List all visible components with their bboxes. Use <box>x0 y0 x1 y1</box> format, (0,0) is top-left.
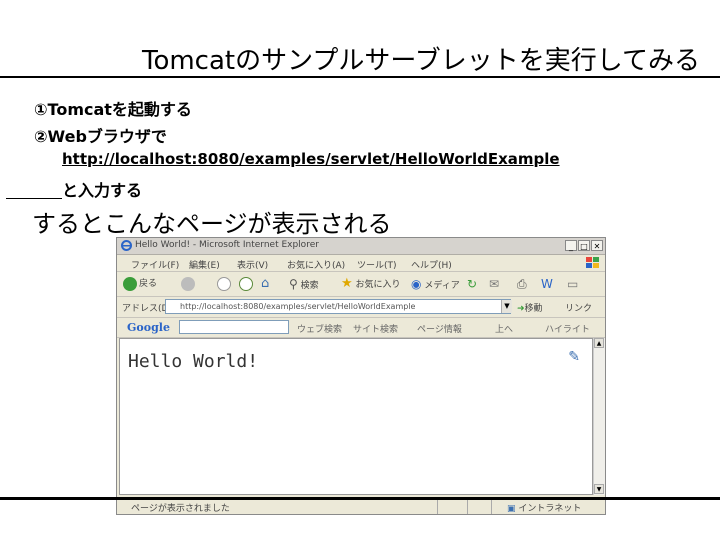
menu-edit[interactable]: 編集(E) <box>189 258 220 271</box>
slide-title: Tomcatのサンプルサーブレットを実行してみる <box>141 46 700 76</box>
back-label: 戻る <box>139 279 158 289</box>
page-button[interactable]: ▭ <box>567 276 578 292</box>
edit-icon: W <box>541 277 553 291</box>
step-enter: と入力する <box>62 181 143 200</box>
forward-icon <box>181 276 195 291</box>
page-content: Hello World! ✎ <box>119 338 593 495</box>
go-button[interactable]: ➜移動 <box>517 301 543 314</box>
minimize-button[interactable]: _ <box>565 240 577 251</box>
status-zone-label: イントラネット <box>518 504 582 514</box>
standard-toolbar: 戻る ⌂ ⚲ 検索 ★ お気に入り ◉ メディア ↻ ✉ ⎙ W ▭ <box>117 272 605 297</box>
back-icon <box>123 276 137 291</box>
refresh-icon <box>239 276 253 291</box>
title-rule <box>0 76 720 78</box>
menu-bar: ファイル(F) 編集(E) 表示(V) お気に入り(A) ツール(T) ヘルプ(… <box>117 255 605 272</box>
indent-underline <box>6 198 62 199</box>
search-label: 検索 <box>300 281 319 291</box>
favorites-label: お気に入り <box>355 280 401 290</box>
history-icon: ↻ <box>467 277 478 291</box>
print-icon: ⎙ <box>517 277 527 291</box>
result-caption: するとこんなページが表示される <box>32 210 392 238</box>
scroll-up-button[interactable]: ▲ <box>594 338 604 348</box>
step-open-browser: ②Webブラウザで <box>34 127 167 146</box>
stop-button[interactable] <box>217 276 233 292</box>
google-up[interactable]: 上へ <box>495 322 513 335</box>
google-search-input[interactable] <box>179 320 289 334</box>
print-button[interactable]: ⎙ <box>517 276 527 292</box>
google-site-search[interactable]: サイト検索 <box>353 322 398 335</box>
status-zone: ▣ イントラネット <box>507 501 581 514</box>
google-logo[interactable]: Google <box>127 321 170 334</box>
back-button[interactable]: 戻る <box>123 276 157 292</box>
home-button[interactable]: ⌂ <box>261 276 269 292</box>
page-icon: ▭ <box>567 277 579 291</box>
edit-button[interactable]: W <box>541 276 553 292</box>
menu-file[interactable]: ファイル(F) <box>131 258 179 271</box>
menu-help[interactable]: ヘルプ(H) <box>411 258 452 271</box>
step-start-tomcat: ①Tomcatを起動する <box>34 100 192 119</box>
mail-button[interactable]: ✉ <box>489 276 499 292</box>
vertical-scrollbar[interactable]: ▲ ▼ <box>593 338 605 495</box>
favorites-button[interactable]: ★ お気に入り <box>341 276 401 292</box>
go-icon: ➜ <box>517 304 525 314</box>
ie-icon <box>121 240 132 251</box>
google-page-info[interactable]: ページ情報 <box>417 322 462 335</box>
status-divider <box>467 500 468 514</box>
page-heading: Hello World! <box>128 351 259 372</box>
google-highlight[interactable]: ハイライト <box>545 322 590 335</box>
google-toolbar: Google ウェブ検索 サイト検索 ページ情報 上へ ハイライト <box>117 318 605 338</box>
status-divider <box>491 500 492 514</box>
scroll-down-button[interactable]: ▼ <box>594 484 604 494</box>
menu-view[interactable]: 表示(V) <box>237 258 268 271</box>
home-icon: ⌂ <box>261 276 270 291</box>
google-web-search[interactable]: ウェブ検索 <box>297 322 342 335</box>
history-button[interactable]: ↻ <box>467 276 477 292</box>
bottom-rule <box>0 497 720 500</box>
forward-button[interactable] <box>181 276 197 292</box>
address-bar: アドレス(D) http://localhost:8080/examples/s… <box>117 297 605 318</box>
windows-flag-icon <box>586 257 599 268</box>
close-button[interactable]: ✕ <box>591 240 603 251</box>
media-icon: ◉ <box>411 277 422 291</box>
maximize-button[interactable]: □ <box>578 240 590 251</box>
favorites-icon: ★ <box>341 276 353 291</box>
menu-tools[interactable]: ツール(T) <box>357 258 397 271</box>
media-button[interactable]: ◉ メディア <box>411 276 460 292</box>
edit-page-icon: ✎ <box>568 349 580 365</box>
example-url: http://localhost:8080/examples/servlet/H… <box>62 150 560 168</box>
search-icon: ⚲ <box>289 277 298 291</box>
mail-icon: ✉ <box>489 277 500 291</box>
status-text: ページが表示されました <box>131 504 230 514</box>
menu-favorites[interactable]: お気に入り(A) <box>287 258 345 271</box>
window-title: Hello World! - Microsoft Internet Explor… <box>135 240 319 250</box>
address-dropdown[interactable]: ▼ <box>501 300 512 313</box>
ie-window: Hello World! - Microsoft Internet Explor… <box>116 237 606 515</box>
status-divider <box>437 500 438 514</box>
window-titlebar[interactable]: Hello World! - Microsoft Internet Explor… <box>117 238 605 255</box>
go-label: 移動 <box>524 304 543 314</box>
address-input[interactable]: http://localhost:8080/examples/servlet/H… <box>165 299 511 314</box>
links-button[interactable]: リンク <box>565 301 592 314</box>
search-button[interactable]: ⚲ 検索 <box>289 276 319 292</box>
intranet-icon: ▣ <box>507 504 516 514</box>
refresh-button[interactable] <box>239 276 255 292</box>
media-label: メディア <box>424 281 460 291</box>
stop-icon <box>217 276 231 291</box>
